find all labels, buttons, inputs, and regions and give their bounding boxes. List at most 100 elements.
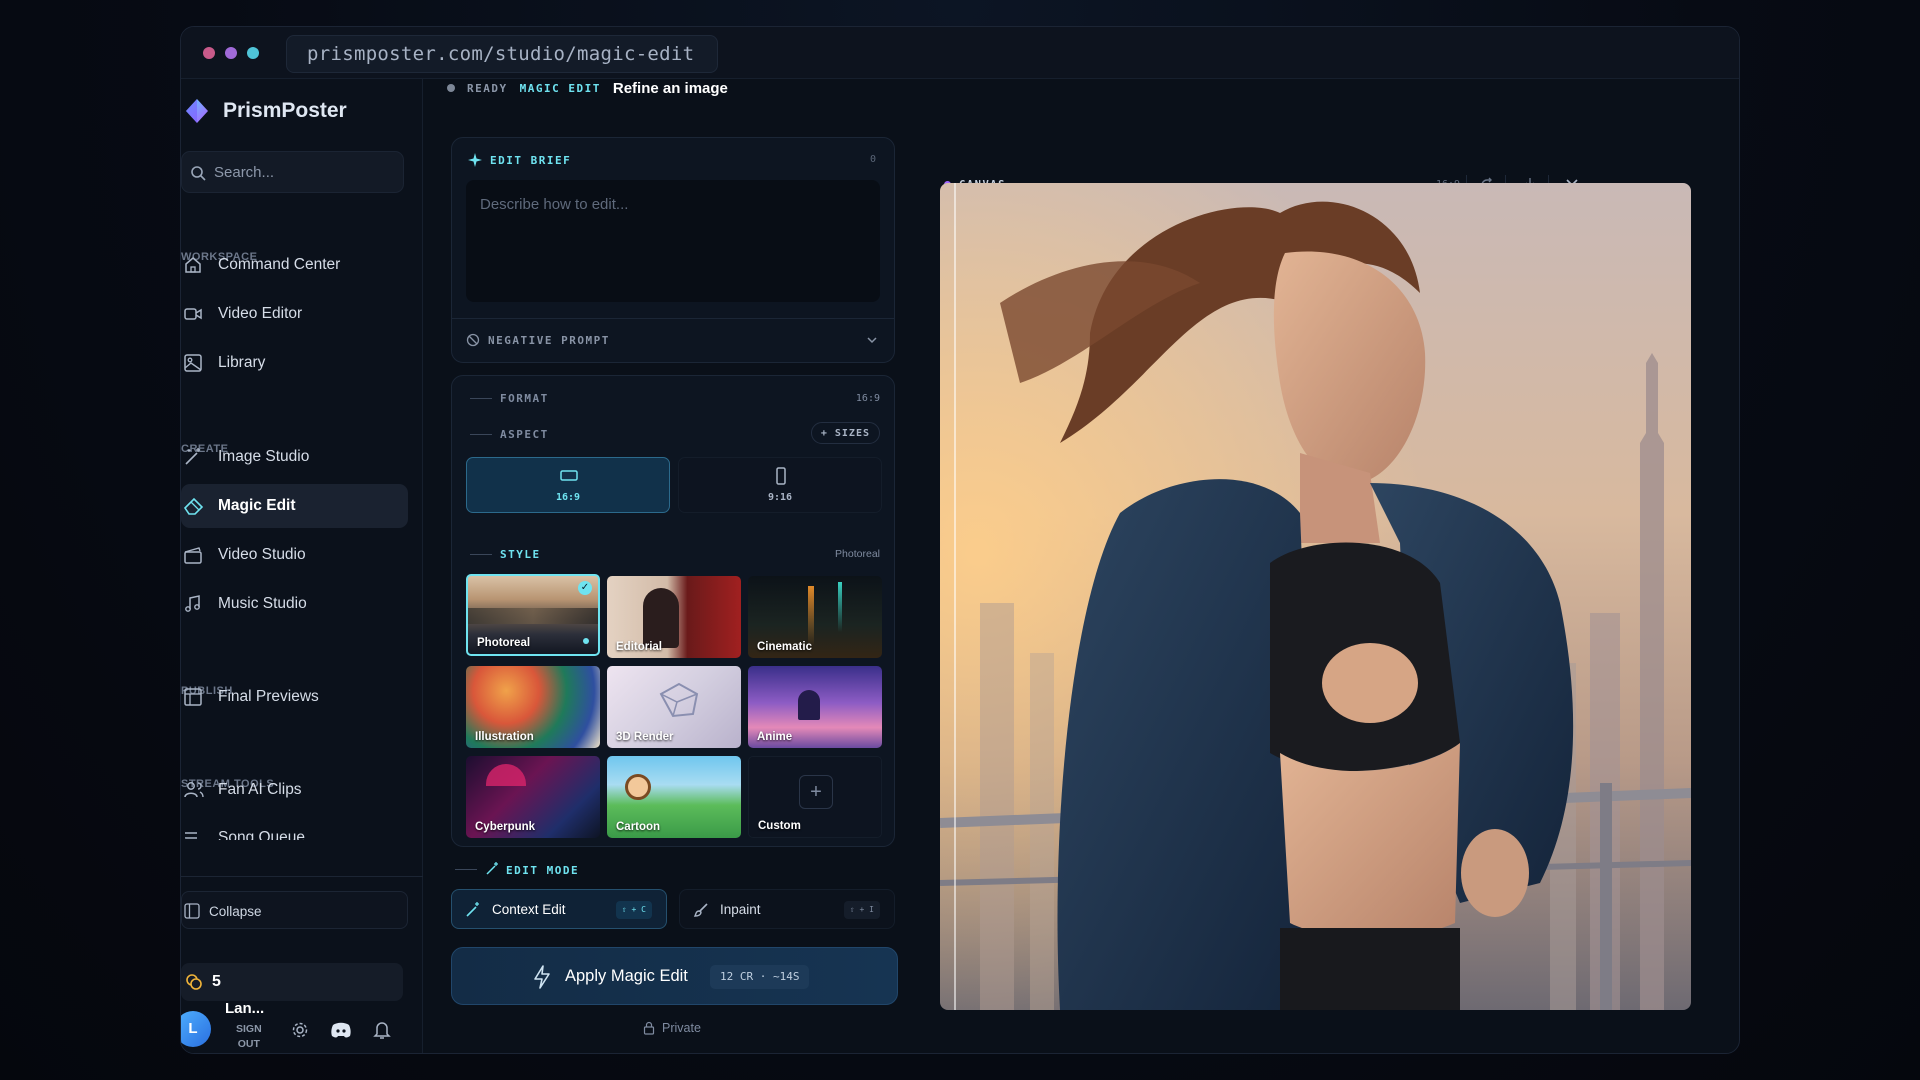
cube-shape xyxy=(659,682,699,718)
mode-label: Inpaint xyxy=(720,902,761,917)
negative-prompt-toggle[interactable]: NEGATIVE PROMPT xyxy=(466,322,880,358)
style-tile-cartoon[interactable]: Cartoon xyxy=(607,756,741,838)
aspect-16-9-button[interactable]: 16:9 xyxy=(466,457,670,513)
umbrella-shape xyxy=(486,764,526,786)
style-label: Anime xyxy=(757,731,793,743)
page-title: Refine an image xyxy=(612,79,728,97)
style-tile-photoreal[interactable]: ✓ Photoreal xyxy=(466,574,600,656)
sidebar-item-library[interactable]: Library xyxy=(181,341,408,385)
style-tile-cyberpunk[interactable]: Cyberpunk xyxy=(466,756,600,838)
magic-wand-icon xyxy=(185,448,200,465)
style-tile-anime[interactable]: Anime xyxy=(748,666,882,748)
collapse-button[interactable]: Collapse xyxy=(181,891,408,929)
style-tile-cinematic[interactable]: Cinematic xyxy=(748,576,882,658)
style-tile-custom[interactable]: + Custom xyxy=(748,756,882,838)
selected-dot xyxy=(583,638,589,644)
sidebar-item-magic-edit[interactable]: Magic Edit xyxy=(181,484,408,528)
sidebar-divider xyxy=(181,876,423,877)
style-label: Cyberpunk xyxy=(475,821,536,833)
apply-magic-edit-button[interactable]: Apply Magic Edit 12 CR · ~14S xyxy=(451,947,898,1005)
format-value: 16:9 xyxy=(855,393,880,404)
privacy-toggle[interactable]: Private xyxy=(643,1020,701,1036)
lightning-icon xyxy=(534,965,550,989)
style-tile-editorial[interactable]: Editorial xyxy=(607,576,741,658)
style-tile-illustration[interactable]: Illustration xyxy=(466,666,600,748)
negative-prompt-label: NEGATIVE PROMPT xyxy=(488,334,610,347)
sign-out-link[interactable]: SIGN OUT xyxy=(236,1022,262,1052)
style-label: Custom xyxy=(758,820,801,832)
style-tile-3d-render[interactable]: 3D Render xyxy=(607,666,741,748)
style-value: Photoreal xyxy=(835,548,880,560)
sidebar-item-label: Library xyxy=(218,354,266,371)
figure-shape xyxy=(798,690,820,720)
users-icon xyxy=(184,782,204,798)
brand-logo[interactable]: PrismPoster xyxy=(185,95,347,127)
compare-slider-line[interactable] xyxy=(954,183,956,1010)
plus-icon: + xyxy=(799,775,833,809)
sidebar-item-command-center[interactable]: Command Center xyxy=(181,243,408,287)
maximize-dot[interactable] xyxy=(247,47,259,59)
mode-label: Context Edit xyxy=(492,902,566,917)
style-label: Editorial xyxy=(616,641,663,653)
status-dot xyxy=(447,84,455,92)
privacy-label: Private xyxy=(662,1021,701,1035)
avatar[interactable]: L xyxy=(181,1011,211,1047)
music-note-icon xyxy=(185,595,200,612)
shortcut-badge: ⇧ + C xyxy=(615,901,652,919)
clapperboard-icon xyxy=(184,547,202,564)
status-mode: MAGIC EDIT xyxy=(519,81,601,95)
style-label: Illustration xyxy=(475,731,534,743)
sidebar: PrismPoster Search... WORKSPACE Command … xyxy=(181,79,423,1053)
close-dot[interactable] xyxy=(203,47,215,59)
sidebar-item-label: Song Queue xyxy=(218,829,306,840)
apply-label: Apply Magic Edit xyxy=(565,967,688,985)
discord-icon[interactable] xyxy=(330,1021,352,1039)
minimize-dot[interactable] xyxy=(225,47,237,59)
style-label: Photoreal xyxy=(477,637,531,649)
format-heading: FORMAT xyxy=(500,392,549,405)
sidebar-item-music-studio[interactable]: Music Studio xyxy=(181,582,408,626)
search-input[interactable]: Search... xyxy=(181,151,404,193)
mountain-band xyxy=(468,608,598,624)
sidebar-item-video-editor[interactable]: Video Editor xyxy=(181,292,408,336)
inpaint-button[interactable]: Inpaint ⇧ + I xyxy=(679,889,895,929)
ban-icon xyxy=(466,333,480,347)
coins-icon xyxy=(186,974,202,990)
context-edit-button[interactable]: Context Edit ⇧ + C xyxy=(451,889,667,929)
heading-rule xyxy=(455,869,477,870)
layout-icon xyxy=(184,688,202,706)
list-icon xyxy=(185,832,197,839)
shortcut-badge: ⇧ + I xyxy=(843,901,880,919)
sidebar-item-final-previews[interactable]: Final Previews xyxy=(181,675,408,719)
aspect-9-16-button[interactable]: 9:16 xyxy=(678,457,882,513)
user-name: Lan... xyxy=(225,1000,265,1017)
credits-badge[interactable]: 5 xyxy=(181,963,403,1001)
sidebar-item-video-studio[interactable]: Video Studio xyxy=(181,533,408,577)
video-camera-icon xyxy=(184,308,202,320)
url-bar[interactable]: prismposter.com/studio/magic-edit xyxy=(286,35,718,73)
sizes-button[interactable]: + SIZES xyxy=(810,422,880,444)
sidebar-item-song-queue[interactable]: Song Queue xyxy=(181,816,408,840)
user-panel: L Lan... SIGN OUT xyxy=(181,999,423,1053)
edit-brief-heading: EDIT BRIEF xyxy=(490,154,572,167)
sidebar-item-label: Magic Edit xyxy=(218,497,296,514)
settings-gear-icon[interactable] xyxy=(291,1021,309,1039)
heading-rule xyxy=(470,398,492,399)
format-panel: FORMAT 16:9 ASPECT + SIZES 16:9 9:16 STY… xyxy=(451,375,895,847)
sidebar-item-label: Final Previews xyxy=(218,688,319,705)
sign-out-label-1: SIGN xyxy=(236,1023,262,1035)
edit-brief-textarea[interactable]: Describe how to edit... xyxy=(466,180,880,302)
sidebar-item-label: Video Studio xyxy=(218,546,306,563)
credits-count: 5 xyxy=(212,973,221,990)
aspect-heading: ASPECT xyxy=(500,428,549,441)
bell-icon[interactable] xyxy=(373,1020,391,1040)
home-icon xyxy=(185,257,201,273)
canvas-image[interactable] xyxy=(940,183,1691,1010)
sidebar-item-fan-ai-clips[interactable]: Fan AI Clips xyxy=(181,768,408,812)
sidebar-item-image-studio[interactable]: Image Studio xyxy=(181,435,408,479)
portrait-icon xyxy=(776,467,786,485)
lock-icon xyxy=(643,1021,655,1035)
style-label: 3D Render xyxy=(616,731,674,743)
aspect-label: 9:16 xyxy=(767,492,793,503)
edit-brief-panel: EDIT BRIEF 0 Describe how to edit... NEG… xyxy=(451,137,895,363)
